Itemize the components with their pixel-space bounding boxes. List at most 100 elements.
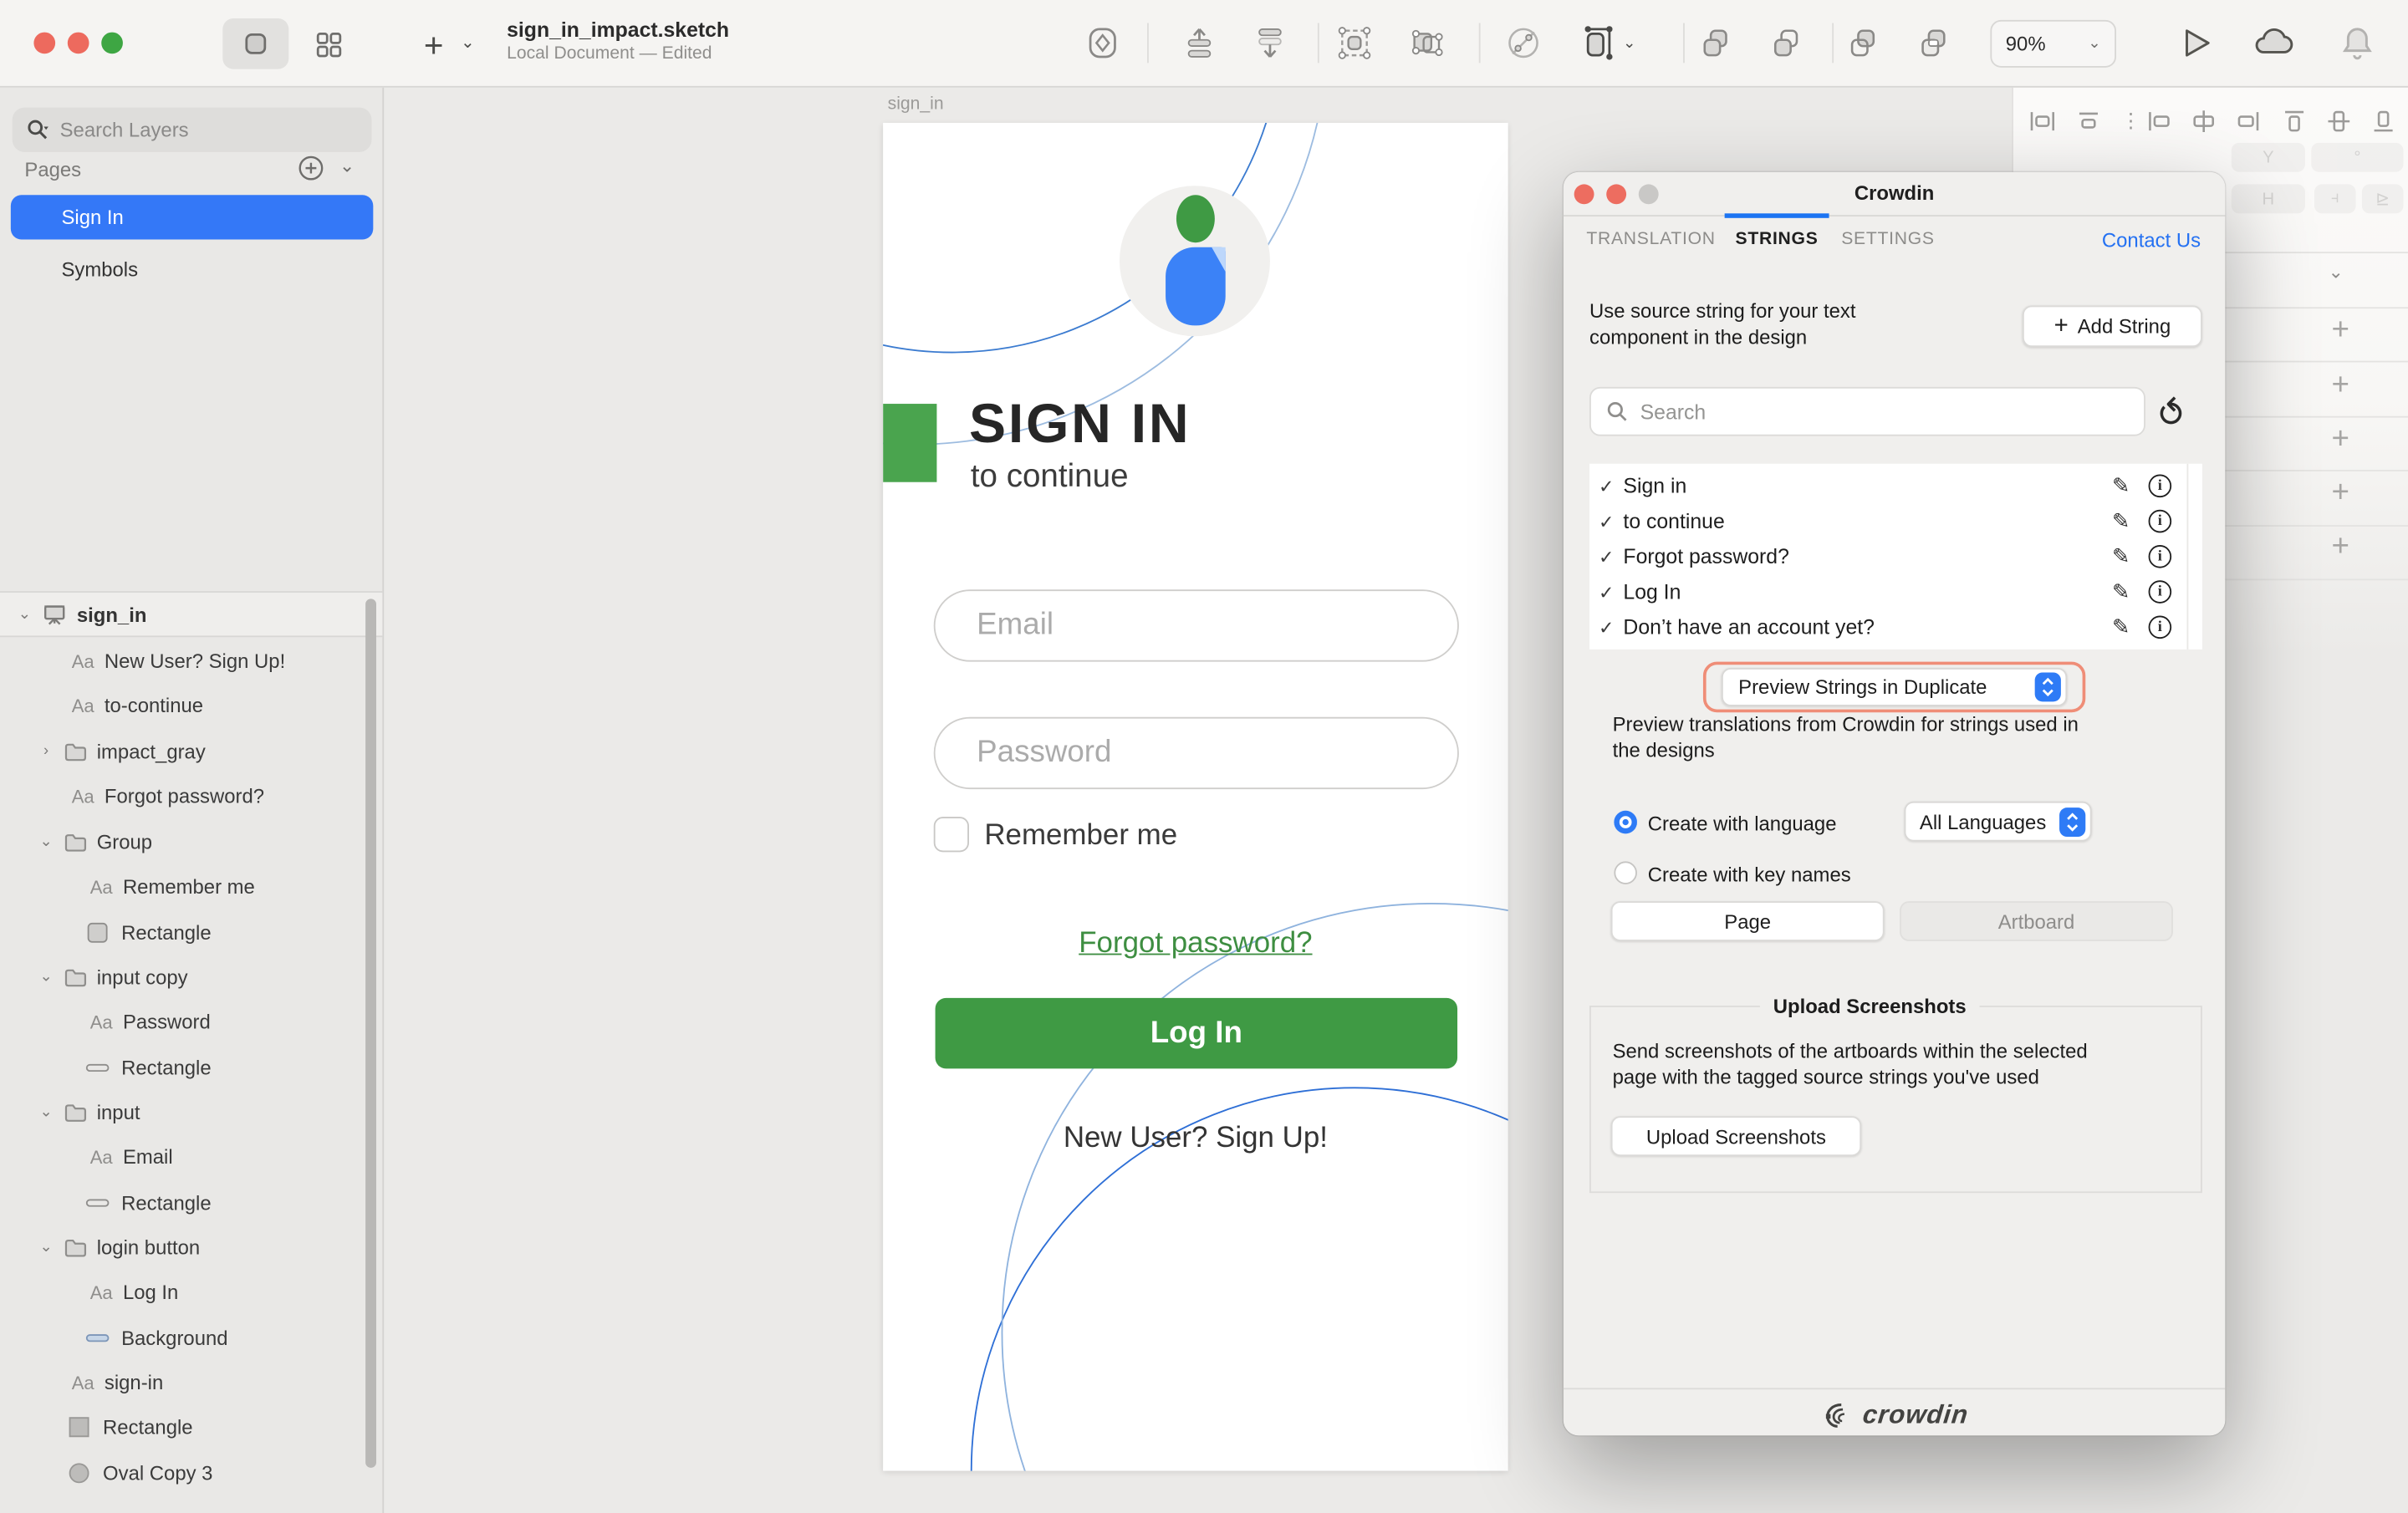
- upload-screenshots-button[interactable]: Upload Screenshots: [1611, 1116, 1861, 1156]
- add-style-button[interactable]: +: [2325, 313, 2356, 349]
- log-in-button[interactable]: Log In: [936, 998, 1457, 1068]
- union-icon[interactable]: [1689, 17, 1741, 69]
- layer-row[interactable]: Remember me: [0, 864, 382, 909]
- artboard-title[interactable]: sign_in: [888, 95, 944, 114]
- subtract-icon[interactable]: [1760, 17, 1812, 69]
- preview-play-button[interactable]: [2175, 23, 2215, 71]
- zoom-window-button[interactable]: [101, 33, 123, 54]
- contact-us-link[interactable]: Contact Us: [2102, 229, 2201, 252]
- string-row[interactable]: ✓Don’t have an account yet?✎i: [1589, 609, 2186, 644]
- search-layers-input[interactable]: Search Layers: [13, 108, 372, 152]
- create-with-language-radio[interactable]: [1614, 811, 1637, 834]
- string-row[interactable]: ✓to continue✎i: [1589, 503, 2186, 538]
- sign-up-text[interactable]: New User? Sign Up!: [883, 1123, 1508, 1156]
- align-bottom-icon[interactable]: [2370, 108, 2397, 135]
- chevron-down-icon[interactable]: ⌄: [2328, 261, 2343, 283]
- align-left-edge-icon[interactable]: [2145, 108, 2173, 135]
- refresh-icon[interactable]: ⟳: [2149, 396, 2191, 425]
- edit-pencil-icon[interactable]: ✎: [2112, 614, 2130, 640]
- sidebar-page-sign-in[interactable]: Sign In: [11, 195, 373, 239]
- zoom-level-dropdown[interactable]: 90% ⌄: [1990, 20, 2116, 68]
- create-with-key-names-radio[interactable]: [1614, 861, 1637, 884]
- layer-row[interactable]: New User? Sign Up!: [0, 639, 382, 684]
- info-icon[interactable]: i: [2149, 510, 2172, 533]
- info-icon[interactable]: i: [2149, 616, 2172, 639]
- add-style-button[interactable]: +: [2325, 369, 2356, 404]
- shape-tool-icon[interactable]: [1077, 17, 1129, 69]
- add-string-button[interactable]: + Add String: [2023, 306, 2202, 348]
- more-options-icon[interactable]: ⋮: [2121, 109, 2141, 133]
- align-top-icon[interactable]: [2281, 108, 2309, 135]
- layer-row[interactable]: Rectangle: [0, 1046, 382, 1091]
- layer-row[interactable]: Email: [0, 1134, 382, 1179]
- string-row[interactable]: ✓Log In✎i: [1589, 574, 2186, 609]
- layer-row[interactable]: ›impact_gray: [0, 729, 382, 774]
- canvas-view-toggle[interactable]: [222, 18, 288, 69]
- flip-vertical-icon[interactable]: ⊵: [2362, 184, 2404, 213]
- edit-pencil-icon[interactable]: ✎: [2112, 578, 2130, 604]
- all-languages-dropdown[interactable]: All Languages: [1905, 802, 2092, 842]
- add-style-button[interactable]: +: [2325, 530, 2356, 565]
- layer-row[interactable]: ⌄input: [0, 1090, 382, 1135]
- layer-row[interactable]: Log In: [0, 1270, 382, 1315]
- edit-pencil-icon[interactable]: ✎: [2112, 473, 2130, 499]
- chevron-down-icon[interactable]: ⌄: [37, 1240, 55, 1256]
- bring-forward-icon[interactable]: [1173, 17, 1225, 69]
- add-style-button[interactable]: +: [2325, 476, 2356, 511]
- layer-row[interactable]: Rectangle: [0, 1405, 382, 1450]
- tab-translation[interactable]: TRANSLATION: [1586, 231, 1715, 249]
- remember-me-checkbox[interactable]: [934, 817, 969, 852]
- rotation-field[interactable]: °: [2311, 143, 2403, 172]
- chevron-down-icon[interactable]: ⌄: [37, 969, 55, 986]
- strings-search-input[interactable]: Search: [1589, 387, 2145, 436]
- chevron-right-icon[interactable]: ›: [37, 743, 55, 760]
- align-center-horizontal-icon[interactable]: [2190, 108, 2217, 135]
- distribute-horizontal-icon[interactable]: [2074, 108, 2102, 135]
- difference-icon[interactable]: [1907, 17, 1959, 69]
- minimize-window-button[interactable]: [68, 33, 89, 54]
- layer-row[interactable]: Rectangle: [0, 1180, 382, 1225]
- layer-row[interactable]: Oval Copy 3: [0, 1451, 382, 1496]
- forgot-password-link[interactable]: Forgot password?: [883, 927, 1508, 960]
- list-scrollbar-track[interactable]: [2187, 464, 2189, 650]
- tab-settings[interactable]: SETTINGS: [1841, 231, 1935, 249]
- sidebar-page-symbols[interactable]: Symbols: [11, 247, 373, 292]
- sidebar-scrollbar[interactable]: [365, 599, 376, 1468]
- notifications-bell-icon[interactable]: [2338, 23, 2378, 71]
- collapse-pages-icon[interactable]: ⌄: [339, 155, 355, 177]
- resize-icon[interactable]: ⌄: [1574, 17, 1642, 69]
- cloud-sync-icon[interactable]: [2252, 24, 2298, 69]
- string-row[interactable]: ✓Sign in✎i: [1589, 468, 2186, 503]
- edit-pencil-icon[interactable]: ✎: [2112, 508, 2130, 534]
- password-field[interactable]: Password: [934, 717, 1459, 789]
- close-window-button[interactable]: [33, 33, 55, 54]
- info-icon[interactable]: i: [2149, 545, 2172, 568]
- edit-pencil-icon[interactable]: ✎: [2112, 543, 2130, 569]
- layer-row[interactable]: ⌄Group: [0, 820, 382, 865]
- preview-strings-dropdown[interactable]: Preview Strings in Duplicate: [1722, 668, 2067, 706]
- layer-row[interactable]: ⌄login button: [0, 1225, 382, 1271]
- send-backward-icon[interactable]: [1244, 17, 1296, 69]
- info-icon[interactable]: i: [2149, 475, 2172, 498]
- align-right-edge-icon[interactable]: [2234, 108, 2262, 135]
- chevron-down-icon[interactable]: ⌄: [37, 1104, 55, 1121]
- grid-view-toggle[interactable]: [295, 18, 361, 69]
- insert-button[interactable]: +: [424, 26, 444, 66]
- info-icon[interactable]: i: [2149, 580, 2172, 604]
- add-page-button[interactable]: [298, 155, 324, 189]
- height-field[interactable]: H: [2232, 184, 2305, 213]
- align-middle-icon[interactable]: [2325, 108, 2353, 135]
- chevron-down-icon[interactable]: ⌄: [15, 606, 33, 623]
- artboard[interactable]: SIGN IN to continue Email Password Remem…: [883, 123, 1508, 1471]
- align-left-icon[interactable]: [2028, 108, 2056, 135]
- intersect-icon[interactable]: [1837, 17, 1889, 69]
- layer-row[interactable]: sign-in: [0, 1360, 382, 1405]
- insert-chevron-icon[interactable]: ⌄: [461, 33, 475, 53]
- flip-horizontal-icon[interactable]: ⫞: [2314, 184, 2356, 213]
- tab-strings[interactable]: STRINGS: [1736, 231, 1819, 249]
- layer-row[interactable]: Background: [0, 1316, 382, 1361]
- layer-artboard-root[interactable]: ⌄ sign_in: [0, 591, 382, 637]
- add-style-button[interactable]: +: [2325, 422, 2356, 457]
- layer-row[interactable]: Password: [0, 1000, 382, 1045]
- group-icon[interactable]: [1329, 17, 1380, 69]
